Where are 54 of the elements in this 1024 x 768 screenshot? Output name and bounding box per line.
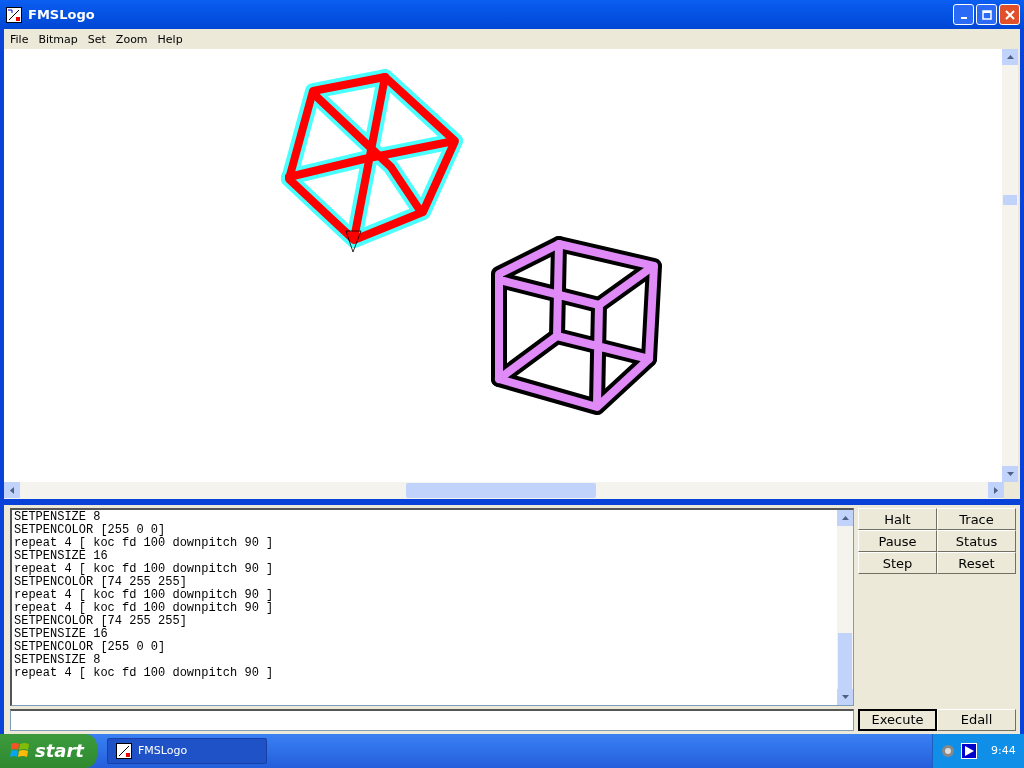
control-button[interactable]: Pause bbox=[858, 530, 937, 553]
console-line: repeat 4 [ koc fd 100 downpitch 90 ] bbox=[14, 667, 275, 681]
control-button[interactable]: Status bbox=[937, 530, 1016, 553]
vertical-scrollbar[interactable] bbox=[1002, 49, 1018, 483]
menu-item[interactable]: Zoom bbox=[111, 32, 154, 46]
horizontal-scrollbar[interactable] bbox=[4, 482, 1020, 500]
app-icon bbox=[6, 6, 22, 23]
console-line: SETPENCOLOR [255 0 0] bbox=[14, 524, 167, 538]
console-line: repeat 4 [ koc fd 100 downpitch 90 ] bbox=[14, 563, 275, 577]
app-icon bbox=[116, 742, 132, 759]
console-line: repeat 4 [ koc fd 100 downpitch 90 ] bbox=[14, 537, 275, 551]
menu-item[interactable]: Set bbox=[83, 32, 112, 46]
scroll-down-icon[interactable] bbox=[841, 694, 849, 699]
scroll-thumb[interactable] bbox=[838, 632, 852, 689]
minimize-button[interactable] bbox=[953, 4, 974, 26]
minimize-icon bbox=[960, 16, 967, 19]
control-button[interactable]: Trace bbox=[937, 508, 1016, 531]
console-line: SETPENCOLOR [74 255 255] bbox=[14, 615, 188, 629]
command-button[interactable]: Execute bbox=[858, 708, 937, 731]
console-line: SETPENCOLOR [255 0 0] bbox=[14, 641, 167, 655]
windows-logo-icon bbox=[10, 741, 30, 760]
scroll-thumb[interactable] bbox=[406, 483, 596, 499]
control-button[interactable]: Halt bbox=[858, 508, 937, 531]
window-title: FMSLogo bbox=[28, 7, 96, 23]
scroll-thumb[interactable] bbox=[1003, 195, 1017, 206]
console-line: SETPENSIZE 16 bbox=[14, 628, 108, 642]
control-button[interactable]: Step bbox=[858, 552, 937, 575]
console-line: repeat 4 [ koc fd 100 downpitch 90 ] bbox=[14, 602, 275, 616]
scroll-up-icon[interactable] bbox=[1006, 55, 1014, 60]
taskbar-button[interactable]: FMSLogo bbox=[107, 737, 267, 764]
console-line: SETPENSIZE 8 bbox=[14, 654, 101, 668]
command-button[interactable]: Edall bbox=[937, 708, 1016, 731]
scroll-down-icon[interactable] bbox=[1006, 472, 1014, 477]
console-line: SETPENSIZE 16 bbox=[14, 550, 108, 564]
menu-item[interactable]: Bitmap bbox=[34, 32, 84, 46]
clock: 9:44 bbox=[991, 744, 1016, 758]
turtle-icon bbox=[345, 230, 362, 253]
control-button[interactable]: Reset bbox=[937, 552, 1016, 575]
close-icon bbox=[1004, 9, 1015, 20]
menu-item[interactable]: File bbox=[6, 32, 35, 46]
menu-item[interactable]: Help bbox=[153, 32, 189, 46]
console-line: repeat 4 [ koc fd 100 downpitch 90 ] bbox=[14, 589, 275, 603]
maximize-icon bbox=[981, 9, 992, 20]
maximize-button[interactable] bbox=[976, 4, 997, 26]
console-line: SETPENSIZE 8 bbox=[14, 511, 102, 525]
scroll-left-icon[interactable] bbox=[10, 486, 14, 494]
scroll-up-icon[interactable] bbox=[841, 516, 849, 521]
console-scrollbar[interactable] bbox=[837, 510, 853, 705]
start-button[interactable]: start bbox=[0, 733, 97, 768]
play-icon[interactable] bbox=[961, 742, 977, 759]
close-button[interactable] bbox=[999, 4, 1020, 26]
command-input-field[interactable] bbox=[10, 708, 854, 731]
console-line: SETPENCOLOR [74 255 255] bbox=[14, 576, 187, 590]
scroll-right-icon[interactable] bbox=[994, 486, 998, 494]
